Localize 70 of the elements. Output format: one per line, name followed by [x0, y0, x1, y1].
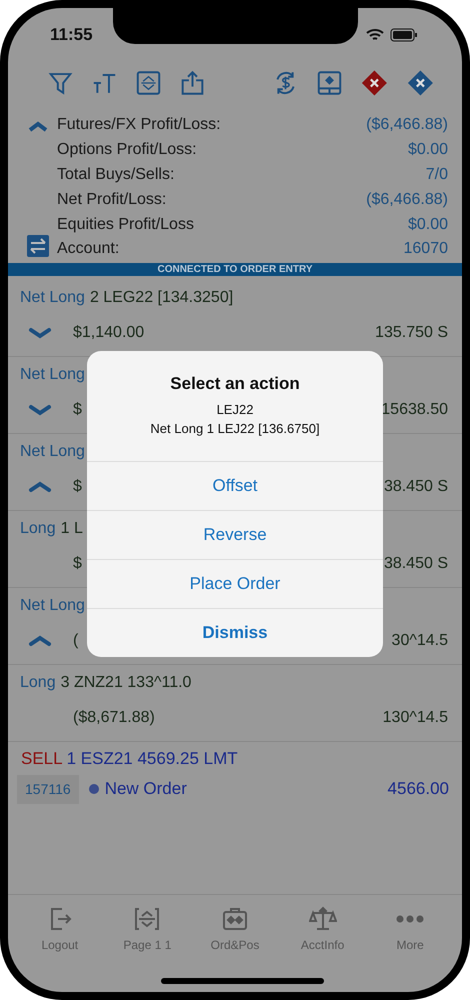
order-side: SELL: [21, 748, 63, 770]
summary-label: Total Buys/Sells:: [57, 164, 174, 184]
chevron-down-icon[interactable]: [28, 325, 52, 341]
position-price: 30^14.5: [392, 631, 448, 651]
diamond-cross-icon[interactable]: [361, 68, 388, 98]
position-pnl: $1,140.00: [73, 323, 144, 343]
tab-button[interactable]: Page 1 1: [104, 905, 192, 955]
position-price: 15638.50: [381, 400, 448, 420]
chevron-up-icon[interactable]: [28, 633, 52, 649]
summary-value: $0.00: [408, 214, 448, 234]
summary-value: 16070: [404, 238, 448, 258]
tab-button[interactable]: More: [366, 905, 454, 955]
order-detail: 1 ESZ21 4569.25 LMT: [66, 748, 238, 770]
dialog-action-button[interactable]: Place Order: [87, 558, 383, 608]
more-icon: [396, 915, 424, 923]
position-side: Long: [20, 673, 56, 693]
position-pnl: $: [73, 400, 82, 420]
chevron-up-icon[interactable]: [28, 120, 48, 132]
connection-banner: CONNECTED TO ORDER ENTRY: [8, 263, 462, 276]
order-row[interactable]: SELL 1 ESZ21 4569.25 LMT 157116 New Order 4566.00: [8, 742, 462, 804]
position-detail: 3 ZNZ21 133^11.0: [60, 673, 192, 693]
summary-label: Options Profit/Loss:: [57, 140, 197, 160]
dialog-action-button[interactable]: Dismiss: [87, 608, 383, 656]
position-pnl: ($8,671.88): [73, 708, 155, 728]
expand-collapse-icon[interactable]: [136, 69, 161, 97]
position-detail: 1 L: [60, 519, 83, 539]
summary-value: 7/0: [426, 164, 448, 184]
position-side: Long: [20, 519, 56, 539]
dialog-subtitle: LEJ22: [216, 400, 254, 418]
summary-value: $0.00: [408, 140, 448, 160]
summary-label: Futures/FX Profit/Loss:: [57, 114, 221, 134]
position-price: 130^14.5: [382, 708, 448, 728]
order-id: 157116: [17, 774, 79, 804]
share-icon[interactable]: [180, 69, 205, 97]
dialog-action-button[interactable]: Offset: [87, 460, 383, 510]
page-icon: [133, 905, 162, 933]
position-price: 38.450 S: [384, 477, 448, 497]
position-pnl: (: [73, 631, 78, 651]
battery-icon: [390, 28, 418, 42]
dialog-detail: Net Long 1 LEJ22 [136.6750]: [150, 420, 320, 438]
chevron-up-icon[interactable]: [28, 479, 52, 495]
position-side: Net Long: [20, 365, 85, 385]
summary-value: ($6,466.88): [366, 190, 448, 210]
scales-icon: [308, 905, 337, 933]
tab-button[interactable]: Ord&Pos: [191, 905, 279, 955]
tab-button[interactable]: Logout: [16, 905, 104, 955]
position-pnl: $: [73, 477, 82, 497]
position-price: 38.450 S: [384, 554, 448, 574]
position-detail: 2 LEG22 [134.3250]: [90, 288, 234, 308]
position-pnl: $: [73, 554, 82, 574]
tab-button[interactable]: AcctInfo: [278, 905, 366, 955]
summary-label: Net Profit/Loss:: [57, 190, 166, 210]
position-row[interactable]: Long 3 ZNZ21 133^11.0 ($8,671.88) 130^14.5: [8, 665, 462, 742]
dialog-action-button[interactable]: Reverse: [87, 510, 383, 558]
summary-value: ($6,466.88): [366, 114, 448, 134]
status-time: 11:55: [50, 24, 93, 46]
position-price: 135.750 S: [375, 323, 448, 343]
order-status: New Order: [104, 778, 187, 800]
summary-label: Account:: [57, 238, 120, 258]
swap-account-icon[interactable]: [26, 235, 48, 257]
position-side: Net Long: [20, 596, 85, 616]
briefcase-icon: [220, 905, 249, 933]
position-side: Net Long: [20, 442, 85, 462]
wifi-icon: [366, 28, 384, 42]
chevron-down-icon[interactable]: [28, 402, 52, 418]
position-side: Net Long: [20, 288, 85, 308]
dialog-title: Select an action: [170, 373, 300, 395]
order-price: 4566.00: [388, 778, 449, 800]
diamond-x-icon[interactable]: [407, 68, 434, 98]
summary-label: Equities Profit/Loss: [57, 214, 194, 234]
